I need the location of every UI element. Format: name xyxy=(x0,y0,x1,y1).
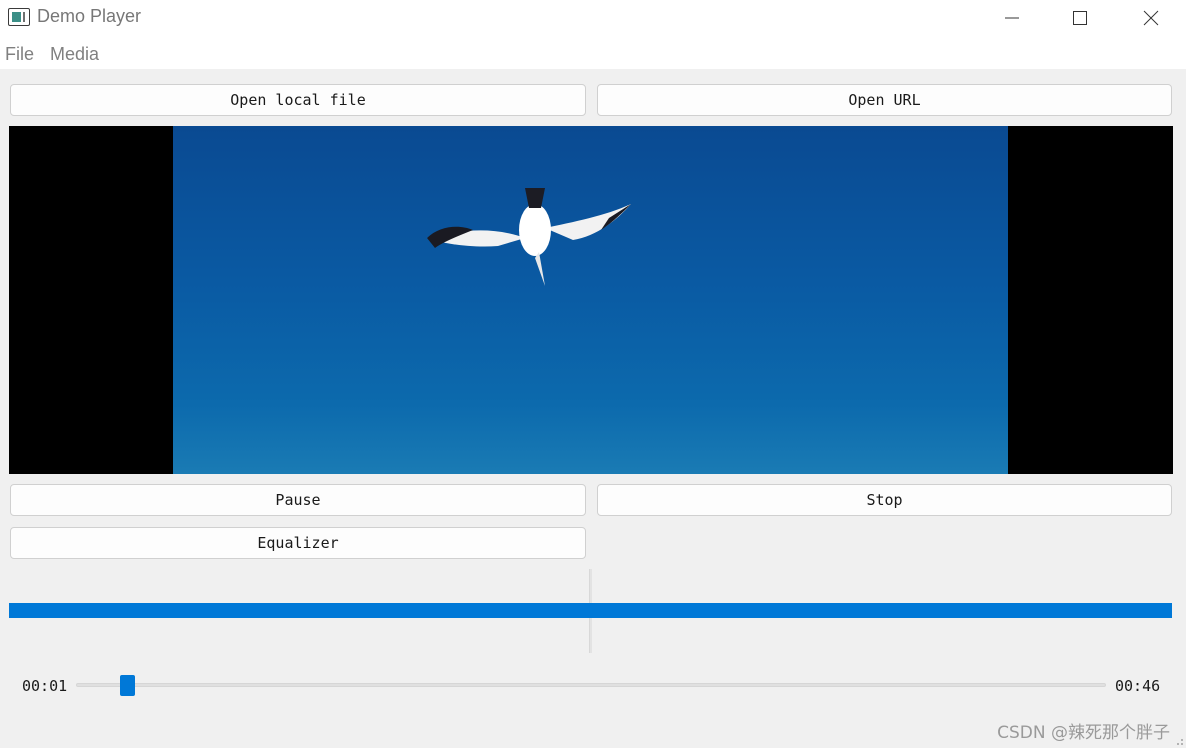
position-slider-handle[interactable] xyxy=(119,675,135,696)
watermark: CSDN @辣死那个胖子 xyxy=(997,723,1170,743)
close-button[interactable] xyxy=(1128,0,1174,36)
open-local-file-button[interactable]: Open local file xyxy=(10,84,586,116)
app-icon xyxy=(8,8,30,26)
position-slider-track[interactable] xyxy=(76,683,1106,687)
stop-button[interactable]: Stop xyxy=(597,484,1172,516)
window-title: Demo Player xyxy=(37,6,142,26)
menu-file[interactable]: File xyxy=(5,44,34,65)
video-frame xyxy=(173,126,1008,474)
menu-media[interactable]: Media xyxy=(50,44,99,65)
maximize-button[interactable] xyxy=(1057,0,1103,36)
progress-bar xyxy=(9,603,1172,618)
video-display[interactable] xyxy=(9,126,1173,474)
maximize-icon xyxy=(1073,11,1087,25)
minimize-icon xyxy=(1005,17,1019,19)
title-bar: Demo Player xyxy=(0,0,1186,36)
pause-button[interactable]: Pause xyxy=(10,484,586,516)
equalizer-button[interactable]: Equalizer xyxy=(10,527,586,559)
resize-grip-icon[interactable] xyxy=(1172,734,1184,746)
current-time: 00:01 xyxy=(22,677,68,695)
menu-bar: File Media xyxy=(0,36,1186,69)
close-icon xyxy=(1143,10,1159,26)
progress-fill xyxy=(9,603,1172,618)
total-time: 00:46 xyxy=(1115,677,1161,695)
minimize-button[interactable] xyxy=(989,0,1035,36)
seabird-image xyxy=(427,188,631,286)
open-url-button[interactable]: Open URL xyxy=(597,84,1172,116)
